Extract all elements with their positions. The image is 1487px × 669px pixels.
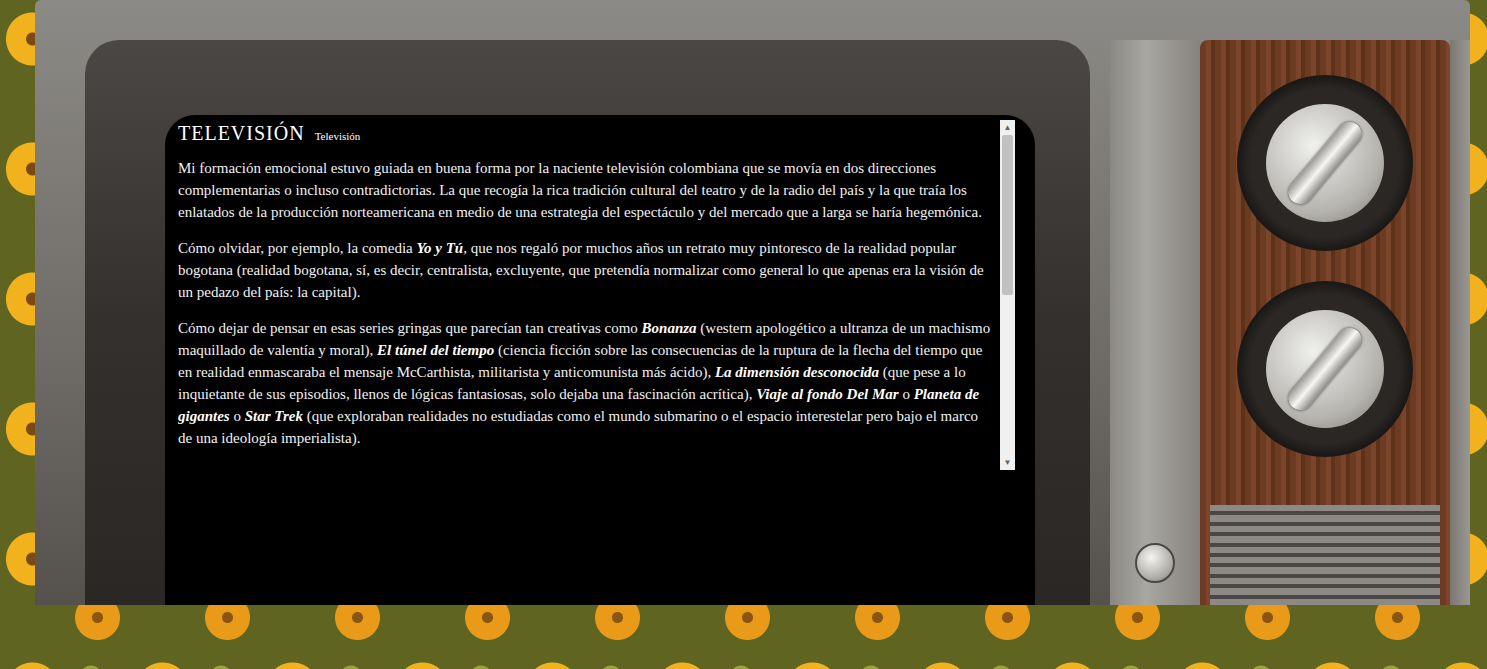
show-title: La dimensión desconocida	[715, 364, 879, 380]
show-title: Yo y Tú	[417, 240, 464, 256]
tv-bezel: TELEVISIÓN Televisión Mi formación emocion…	[85, 40, 1090, 605]
speaker-grill	[1210, 505, 1440, 605]
page: TELEVISIÓN Televisión Mi formación emocion…	[0, 0, 1487, 669]
grill-line	[1210, 532, 1440, 536]
article-paragraph: Cómo olvidar, por ejemplo, la comedia Yo…	[178, 237, 994, 303]
scrollbar[interactable]: ▲▼	[1000, 120, 1015, 470]
scroll-track[interactable]	[1000, 135, 1015, 455]
tv-set: TELEVISIÓN Televisión Mi formación emocion…	[35, 0, 1470, 605]
dial-face-icon	[1266, 104, 1384, 222]
tv-edge	[1450, 40, 1470, 605]
grill-line	[1210, 522, 1440, 526]
dial-face-icon	[1266, 310, 1384, 428]
dial-handle-icon	[1284, 117, 1367, 209]
paragraph-text: Cómo olvidar, por ejemplo, la comedia	[178, 240, 417, 256]
channel-dial-icon	[1237, 75, 1413, 251]
dial-handle-icon	[1284, 323, 1367, 415]
channel-dial-icon	[1237, 281, 1413, 457]
article-paragraph: Mi formación emocional estuvo guiada en …	[178, 157, 994, 223]
text-panel: TELEVISIÓN Televisión Mi formación emocion…	[178, 120, 1015, 540]
article[interactable]: TELEVISIÓN Televisión Mi formación emocion…	[178, 120, 1000, 540]
grill-line	[1210, 553, 1440, 557]
wood-panel	[1200, 40, 1450, 605]
paragraph-text: Cómo dejar de pensar en esas series grin…	[178, 320, 642, 336]
control-strip	[1110, 40, 1200, 605]
paragraph-text: o	[899, 386, 914, 402]
scroll-down-button[interactable]: ▼	[1000, 455, 1015, 470]
grill-line	[1210, 511, 1440, 515]
color-button-icon	[1135, 543, 1175, 583]
grill-line	[1210, 543, 1440, 547]
grill-line	[1210, 563, 1440, 567]
article-paragraph: Cómo dejar de pensar en esas series grin…	[178, 317, 994, 449]
show-title: Bonanza	[642, 320, 697, 336]
tv-cabinet: TELEVISIÓN Televisión Mi formación emocion…	[35, 0, 1110, 605]
grill-line	[1210, 574, 1440, 578]
show-title: Star Trek	[245, 408, 303, 424]
scroll-up-button[interactable]: ▲	[1000, 120, 1015, 135]
article-title: TELEVISIÓN	[178, 122, 305, 144]
tv-screen: TELEVISIÓN Televisión Mi formación emocion…	[165, 115, 1035, 605]
grill-line	[1210, 595, 1440, 599]
paragraph-text: o	[230, 408, 245, 424]
paragraph-text: Mi formación emocional estuvo guiada en …	[178, 160, 982, 220]
show-title: El túnel del tiempo	[377, 342, 494, 358]
article-subtitle: Televisión	[315, 125, 361, 147]
show-title: Viaje al fondo Del Mar	[756, 386, 899, 402]
grill-line	[1210, 584, 1440, 588]
article-heading: TELEVISIÓN Televisión	[178, 122, 994, 147]
scroll-thumb[interactable]	[1002, 135, 1013, 295]
